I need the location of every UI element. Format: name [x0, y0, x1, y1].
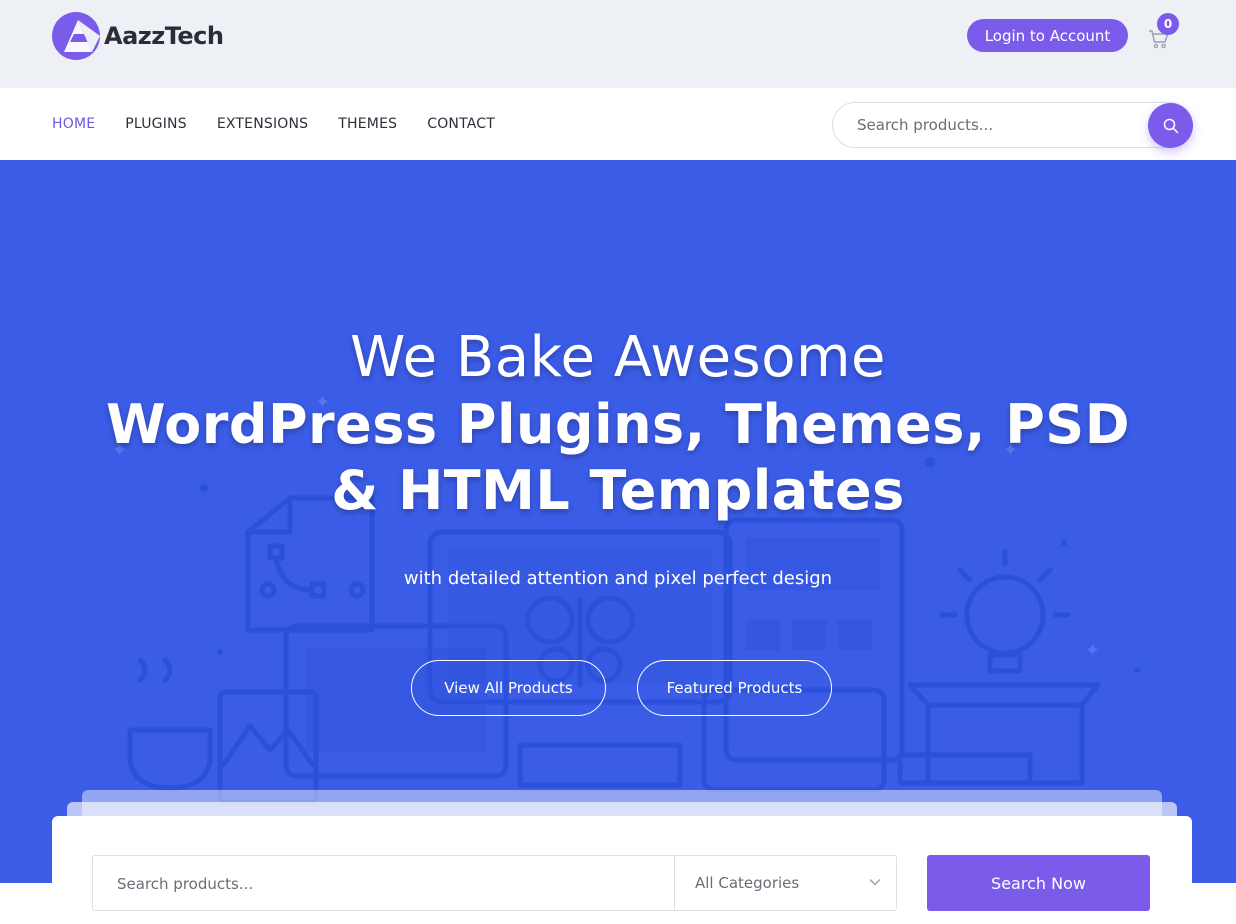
- product-search-field: All Categories: [92, 855, 897, 911]
- brand-name: AazzTech: [104, 22, 224, 50]
- nav-plugins[interactable]: PLUGINS: [125, 116, 187, 132]
- nav-home[interactable]: HOME: [52, 116, 95, 132]
- nav-search-button[interactable]: [1148, 103, 1193, 148]
- main-navbar: HOME PLUGINS EXTENSIONS THEMES CONTACT: [0, 88, 1236, 160]
- logo-mark-icon: [52, 12, 100, 60]
- nav-extensions[interactable]: EXTENSIONS: [217, 116, 308, 132]
- search-icon: [1163, 118, 1178, 133]
- category-select[interactable]: All Categories: [675, 856, 897, 910]
- search-now-button[interactable]: Search Now: [927, 855, 1150, 911]
- hero-title-line1: We Bake Awesome: [350, 325, 886, 390]
- view-all-products-button[interactable]: View All Products: [411, 660, 606, 716]
- product-search-input[interactable]: [117, 872, 657, 896]
- login-button[interactable]: Login to Account: [967, 19, 1128, 52]
- main-nav: HOME PLUGINS EXTENSIONS THEMES CONTACT: [52, 88, 525, 160]
- featured-products-button[interactable]: Featured Products: [637, 660, 832, 716]
- chevron-down-icon: [869, 879, 881, 886]
- hero-section: ✦ ✦ ✦ ✦ We Bake Awesome WordPress Plugins, …: [0, 160, 1236, 883]
- nav-search: [832, 102, 1193, 148]
- nav-search-input[interactable]: [857, 114, 1127, 136]
- top-header: AazzTech Login to Account 0: [0, 0, 1236, 88]
- nav-contact[interactable]: CONTACT: [427, 116, 495, 132]
- category-select-value: All Categories: [695, 874, 800, 892]
- logo[interactable]: AazzTech: [52, 12, 224, 60]
- hero-subtitle: with detailed attention and pixel perfec…: [403, 568, 833, 589]
- nav-themes[interactable]: THEMES: [338, 116, 397, 132]
- cart-count-badge: 0: [1157, 13, 1179, 35]
- svg-text:✦: ✦: [1085, 640, 1100, 661]
- product-search-card: All Categories Search Now: [52, 816, 1192, 924]
- hero-title-line2: WordPress Plugins, Themes, PSD & HTML Te…: [105, 393, 1131, 522]
